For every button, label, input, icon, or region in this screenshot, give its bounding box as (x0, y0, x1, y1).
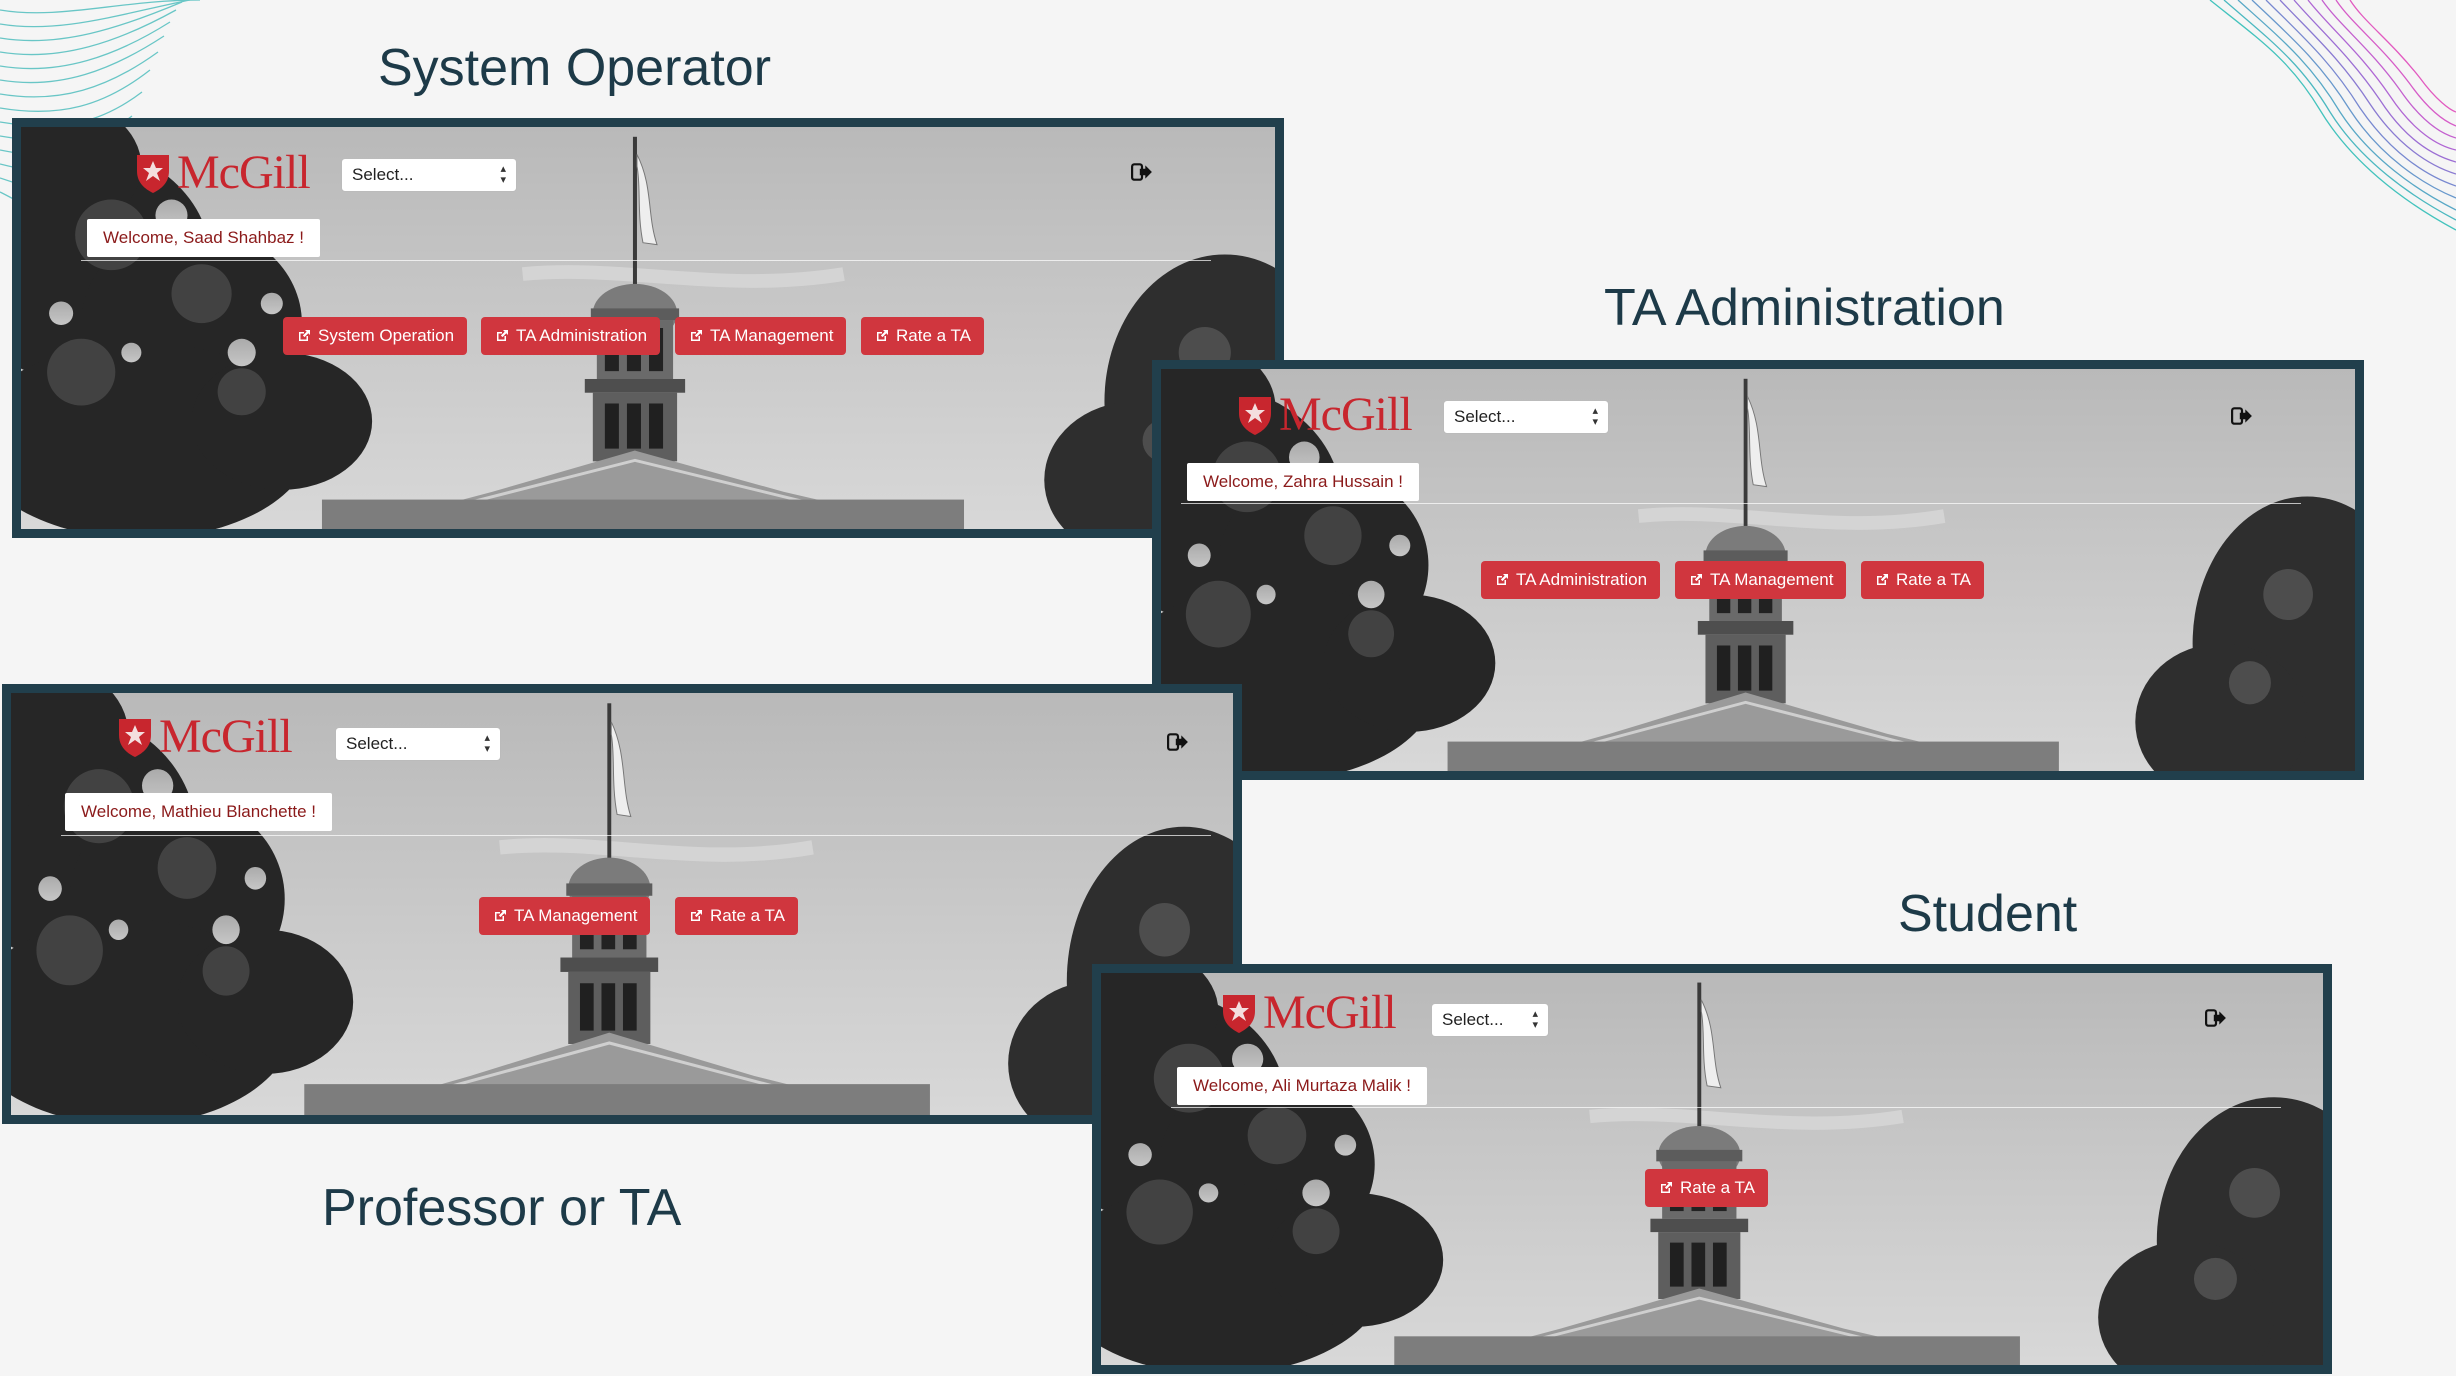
rate-a-ta-button[interactable]: Rate a TA (1645, 1169, 1768, 1207)
role-select[interactable]: Select... ▴ ▾ (335, 727, 501, 761)
chevron-up-down-icon: ▴ ▾ (1592, 405, 1598, 428)
decorative-waves-top-right (2209, 0, 2456, 231)
logout-icon[interactable] (2231, 407, 2253, 425)
mcgill-shield-icon (115, 715, 155, 759)
mcgill-shield-icon (133, 151, 173, 195)
button-label: Rate a TA (1896, 570, 1971, 589)
divider-line (81, 260, 1211, 261)
logout-icon[interactable] (1131, 163, 1153, 181)
mcgill-logo[interactable]: McGill (1219, 986, 1397, 1039)
external-link-icon (494, 328, 510, 344)
mcgill-shield-icon (1235, 393, 1275, 437)
rate-a-ta-button[interactable]: Rate a TA (1861, 561, 1984, 599)
button-label: System Operation (318, 326, 455, 345)
role-select[interactable]: Select... ▴ ▾ (341, 158, 517, 192)
ta-management-button[interactable]: TA Management (479, 897, 651, 935)
button-label: Rate a TA (710, 906, 785, 925)
external-link-icon (296, 328, 312, 344)
logout-icon[interactable] (2205, 1009, 2227, 1027)
divider-line (61, 835, 1211, 836)
chevron-up-down-icon: ▴ ▾ (1532, 1008, 1538, 1031)
screenshot-system-operator: McGill Select... ▴ ▾ Welcome, Saad Shahba… (12, 118, 1284, 538)
external-link-icon (874, 328, 890, 344)
button-label: TA Administration (516, 326, 648, 345)
logout-icon[interactable] (1167, 733, 1189, 751)
external-link-icon (1494, 572, 1510, 588)
external-link-icon (688, 908, 704, 924)
role-select[interactable]: Select... ▴ ▾ (1431, 1003, 1549, 1037)
screenshot-professor-or-ta: McGill Select... ▴ ▾ Welcome, Mathieu Bla… (2, 684, 1242, 1124)
system-operation-button[interactable]: System Operation (283, 317, 468, 355)
mcgill-logo[interactable]: McGill (1235, 388, 1413, 441)
title-ta-administration: TA Administration (1604, 279, 2005, 337)
welcome-message: Welcome, Saad Shahbaz ! (87, 219, 320, 257)
chevron-up-down-icon: ▴ ▾ (500, 163, 506, 186)
screenshot-student: McGill Select... ▴ ▾ Welcome, Ali Murtaza… (1092, 964, 2332, 1374)
external-link-icon (1688, 572, 1704, 588)
mcgill-logo[interactable]: McGill (115, 710, 293, 763)
mcgill-wordmark: McGill (159, 710, 293, 763)
button-label: TA Administration (1516, 570, 1648, 589)
title-student: Student (1898, 885, 2078, 943)
role-select-value: Select... (352, 165, 414, 184)
welcome-message: Welcome, Zahra Hussain ! (1187, 463, 1419, 501)
ta-administration-button[interactable]: TA Administration (1481, 561, 1661, 599)
divider-line (1171, 1107, 2281, 1108)
title-professor-or-ta: Professor or TA (322, 1179, 682, 1237)
button-label: Rate a TA (1680, 1178, 1755, 1197)
ta-management-button[interactable]: TA Management (675, 317, 847, 355)
role-select-value: Select... (346, 734, 408, 753)
ta-management-button[interactable]: TA Management (1675, 561, 1847, 599)
external-link-icon (688, 328, 704, 344)
mcgill-wordmark: McGill (1263, 986, 1397, 1039)
mcgill-wordmark: McGill (1279, 388, 1413, 441)
chevron-up-down-icon: ▴ ▾ (484, 732, 490, 755)
external-link-icon (492, 908, 508, 924)
rate-a-ta-button[interactable]: Rate a TA (861, 317, 984, 355)
external-link-icon (1658, 1180, 1674, 1196)
title-system-operator: System Operator (378, 39, 772, 97)
welcome-message: Welcome, Mathieu Blanchette ! (65, 793, 332, 831)
external-link-icon (1874, 572, 1890, 588)
button-label: TA Management (1710, 570, 1834, 589)
button-label: TA Management (710, 326, 834, 345)
mcgill-shield-icon (1219, 991, 1259, 1035)
button-label: TA Management (514, 906, 638, 925)
button-label: Rate a TA (896, 326, 971, 345)
divider-line (1181, 503, 2301, 504)
welcome-message: Welcome, Ali Murtaza Malik ! (1177, 1067, 1427, 1105)
mcgill-wordmark: McGill (177, 146, 311, 199)
screenshot-ta-administration: McGill Select... ▴ ▾ Welcome, Zahra Hussa… (1152, 360, 2364, 780)
rate-a-ta-button[interactable]: Rate a TA (675, 897, 798, 935)
role-select-value: Select... (1442, 1010, 1504, 1029)
mcgill-logo[interactable]: McGill (133, 146, 311, 199)
role-select-value: Select... (1454, 407, 1516, 426)
role-select[interactable]: Select... ▴ ▾ (1443, 400, 1609, 434)
ta-administration-button[interactable]: TA Administration (481, 317, 661, 355)
